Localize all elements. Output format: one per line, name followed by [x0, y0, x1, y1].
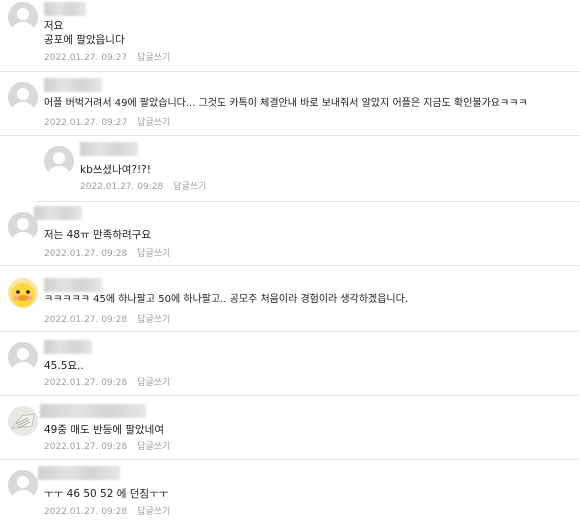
default-avatar-icon[interactable]	[8, 82, 38, 112]
comment-text: 공포에 팔았읍니다	[44, 34, 125, 46]
comment-date: 2022.01.27. 09:28	[80, 182, 164, 192]
photo-avatar-icon[interactable]	[8, 406, 38, 436]
comment-date: 2022.01.27. 09:28	[44, 249, 128, 259]
comment-meta: 2022.01.27. 09:28 답글쓰기	[44, 441, 170, 453]
reply-button[interactable]: 답글쓰기	[173, 182, 206, 192]
comment-date: 2022.01.27. 09:28	[44, 378, 128, 388]
comment-meta: 2022.01.27. 09:28 답글쓰기	[80, 181, 206, 193]
comment-text: 저요	[44, 20, 64, 32]
comment-date: 2022.01.27. 09:28	[44, 442, 128, 452]
comment-text: kb쓰셨나여?!?!	[80, 164, 151, 176]
nickname-blurred[interactable]	[38, 466, 120, 480]
comment-item: 49중 매도 반등에 팔았네여 2022.01.27. 09:28 답글쓰기	[0, 396, 580, 460]
comment-text: ㅜㅜ 46 50 52 에 던짐ㅜㅜ	[44, 488, 169, 500]
comment-meta: 2022.01.27. 09:27 답글쓰기	[44, 52, 170, 64]
comment-meta: 2022.01.27. 09:28 답글쓰기	[44, 314, 170, 326]
comment-text: ㅋㅋㅋㅋㅋ 45에 하나팔고 50에 하나팔고.. 공모주 처음이라 경험이라 …	[44, 294, 409, 305]
comment-meta: 2022.01.27. 09:27 답글쓰기	[44, 117, 170, 129]
comment-text: 49중 매도 반등에 팔았네여	[44, 424, 164, 436]
comment-meta: 2022.01.27. 09:28 답글쓰기	[44, 377, 170, 389]
comment-text: 45.5요..	[44, 360, 84, 372]
comment-item: 저요 공포에 팔았읍니다 2022.01.27. 09:27 답글쓰기	[0, 0, 580, 72]
comment-text: 저는 48ㅠ 만족하려구요	[44, 229, 151, 241]
comment-date: 2022.01.27. 09:28	[44, 315, 128, 325]
nickname-blurred[interactable]	[44, 340, 92, 354]
nickname-blurred[interactable]	[80, 142, 138, 156]
reply-button[interactable]: 답글쓰기	[137, 378, 170, 388]
comment-text: 어플 버벅거려서 49에 팔았습니다... 그것도 카톡이 체결안내 바로 보내…	[44, 98, 528, 109]
nickname-blurred[interactable]	[44, 2, 86, 16]
nickname-blurred[interactable]	[44, 78, 102, 92]
reply-button[interactable]: 답글쓰기	[137, 118, 170, 128]
default-avatar-icon[interactable]	[8, 470, 38, 500]
reply-button[interactable]: 답글쓰기	[137, 53, 170, 63]
reply-comment-item: kb쓰셨나여?!?! 2022.01.27. 09:28 답글쓰기	[36, 136, 580, 202]
comment-item: 어플 버벅거려서 49에 팔았습니다... 그것도 카톡이 체결안내 바로 보내…	[0, 72, 580, 136]
nickname-blurred[interactable]	[40, 404, 146, 418]
reply-button[interactable]: 답글쓰기	[137, 249, 170, 259]
reply-button[interactable]: 답글쓰기	[137, 315, 170, 325]
nickname-blurred[interactable]	[44, 278, 102, 292]
comment-meta: 2022.01.27. 09:28 답글쓰기	[44, 248, 170, 260]
comment-date: 2022.01.27. 09:28	[44, 507, 128, 517]
default-avatar-icon[interactable]	[44, 146, 74, 176]
comment-meta: 2022.01.27. 09:28 답글쓰기	[44, 506, 170, 518]
comment-item: ㅋㅋㅋㅋㅋ 45에 하나팔고 50에 하나팔고.. 공모주 처음이라 경험이라 …	[0, 266, 580, 332]
comment-item: ㅜㅜ 46 50 52 에 던짐ㅜㅜ 2022.01.27. 09:28 답글쓰기	[0, 460, 580, 521]
comment-date: 2022.01.27. 09:27	[44, 118, 128, 128]
reply-button[interactable]: 답글쓰기	[137, 442, 170, 452]
default-avatar-icon[interactable]	[8, 342, 38, 372]
default-avatar-icon[interactable]	[8, 2, 38, 32]
nickname-blurred[interactable]	[34, 206, 82, 220]
comment-item: 저는 48ㅠ 만족하려구요 2022.01.27. 09:28 답글쓰기	[0, 202, 580, 266]
duck-avatar-icon[interactable]	[8, 278, 38, 308]
comment-date: 2022.01.27. 09:27	[44, 53, 128, 63]
comment-item: 45.5요.. 2022.01.27. 09:28 답글쓰기	[0, 332, 580, 396]
reply-button[interactable]: 답글쓰기	[137, 507, 170, 517]
